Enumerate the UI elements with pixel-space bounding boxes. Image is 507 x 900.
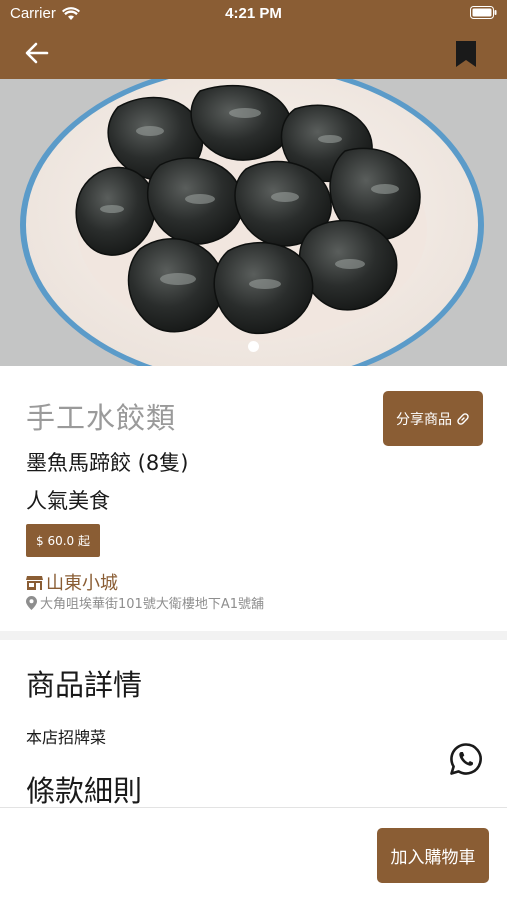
shop-name: 山東小城 [46, 573, 118, 594]
gallery-page-indicator [248, 341, 259, 352]
status-time: 4:21 PM [225, 5, 282, 22]
battery-icon [470, 6, 497, 19]
shop-address-text: 大角咀埃華街101號大衛樓地下A1號舖 [40, 597, 264, 612]
bottom-action-bar: 加入購物車 [0, 807, 507, 900]
back-button[interactable] [22, 38, 52, 68]
section-divider [0, 631, 507, 640]
terms-heading: 條款細則 [26, 774, 143, 808]
shop-address: 大角咀埃華街101號大衛樓地下A1號舖 [26, 593, 264, 612]
details-text: 本店招牌菜 [26, 728, 107, 747]
whatsapp-button[interactable] [449, 742, 483, 776]
product-category: 手工水餃類 [26, 401, 177, 435]
link-icon [457, 412, 469, 425]
product-detail-screen: Carrier 4:21 PM 手工水餃類 分享商品 墨魚馬蹄餃 (8隻) 人氣… [0, 0, 507, 900]
bookmark-icon [456, 41, 476, 67]
top-bar: Carrier 4:21 PM [0, 0, 507, 79]
whatsapp-icon [450, 743, 482, 775]
add-to-cart-button[interactable]: 加入購物車 [377, 828, 489, 883]
shop-link[interactable]: 山東小城 [26, 569, 118, 595]
bookmark-button[interactable] [453, 38, 479, 70]
location-pin-icon [26, 595, 37, 610]
nav-bar [0, 28, 507, 79]
store-icon [26, 575, 43, 590]
status-bar: Carrier 4:21 PM [0, 0, 507, 28]
product-name: 墨魚馬蹄餃 (8隻) [26, 451, 189, 475]
arrow-left-icon [25, 42, 49, 64]
price-badge: $ 60.0 起 [26, 524, 100, 557]
share-product-button[interactable]: 分享商品 [383, 391, 483, 446]
product-tagline: 人氣美食 [26, 489, 110, 513]
product-image-gallery[interactable] [0, 79, 507, 366]
details-heading: 商品詳情 [26, 668, 143, 702]
product-photo [0, 79, 507, 366]
share-button-label: 分享商品 [396, 411, 452, 428]
